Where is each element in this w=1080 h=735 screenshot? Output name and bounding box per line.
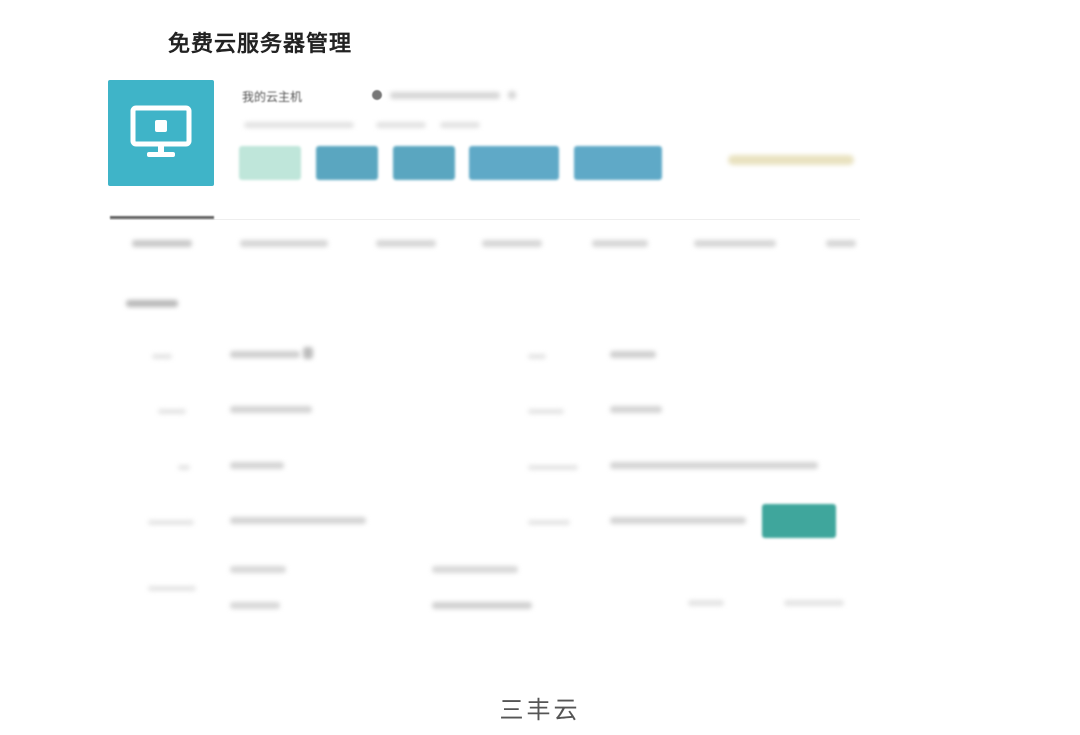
server-meta-2 [376, 122, 426, 128]
action-button-4[interactable] [469, 146, 559, 180]
detail-label-6 [528, 354, 546, 359]
status-text [390, 92, 500, 99]
detail-value-7 [610, 406, 662, 413]
tab-4[interactable] [482, 240, 542, 247]
notice-link[interactable] [728, 155, 854, 165]
spec-2 [230, 602, 280, 609]
detail-value-4 [230, 517, 366, 524]
detail-link-1[interactable] [688, 600, 724, 606]
chevron-down-icon[interactable] [508, 91, 516, 99]
server-name: 我的云主机 [242, 90, 303, 104]
action-button-3[interactable] [393, 146, 455, 180]
detail-label-8 [528, 465, 578, 470]
action-button-2[interactable] [316, 146, 378, 180]
action-button-1[interactable] [239, 146, 301, 180]
detail-label-7 [528, 409, 564, 414]
detail-value-8 [610, 462, 818, 469]
active-tab-indicator [110, 216, 214, 219]
tab-6[interactable] [694, 240, 776, 247]
tabs-divider [110, 219, 860, 220]
detail-value-2 [230, 406, 312, 413]
server-meta-1 [244, 122, 354, 128]
spec-1 [230, 566, 286, 573]
detail-label-4 [148, 520, 194, 525]
detail-label-2 [158, 409, 186, 414]
page-title: 免费云服务器管理 [168, 31, 353, 56]
image-caption: 三丰云 [499, 697, 581, 724]
renew-button[interactable] [762, 504, 836, 538]
detail-label-1 [152, 354, 172, 359]
spec-4 [432, 602, 532, 609]
status-dot [372, 90, 382, 100]
action-button-5[interactable] [574, 146, 662, 180]
detail-link-2[interactable] [784, 600, 844, 606]
spec-3 [432, 566, 518, 573]
section-title [126, 300, 178, 307]
copy-icon[interactable] [303, 347, 313, 359]
detail-value-9 [610, 517, 746, 524]
tab-7[interactable] [826, 240, 856, 247]
tab-3[interactable] [376, 240, 436, 247]
tab-1-placeholder [132, 240, 192, 247]
detail-label-3 [178, 465, 190, 470]
tab-2[interactable] [240, 240, 328, 247]
monitor-icon [130, 105, 192, 157]
detail-value-6 [610, 351, 656, 358]
detail-label-9 [528, 520, 570, 525]
detail-label-5 [148, 586, 196, 591]
tab-5[interactable] [592, 240, 648, 247]
server-meta-3 [440, 122, 480, 128]
detail-value-3 [230, 462, 284, 469]
detail-value-1 [230, 351, 300, 358]
server-icon-tile [108, 80, 214, 186]
